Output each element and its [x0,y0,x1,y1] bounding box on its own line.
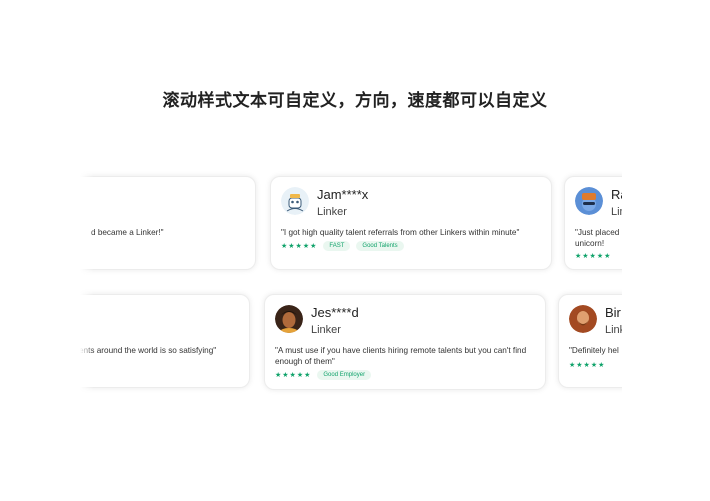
star-rating: ★★★★★ [275,372,312,379]
reviewer-name: Bir [605,305,621,320]
testimonial-row-1: d became a Linker!" Jam****x Linker "I g… [80,170,622,280]
testimonial-card: Jam****x Linker "I got high quality tale… [270,176,552,270]
woman-avatar [275,305,303,333]
rating-row: ★★★★★ [569,361,605,369]
fade-edge [80,170,94,280]
reviewer-role: Linker [311,324,341,336]
bearded-avatar [569,305,597,333]
star-rating: ★★★★★ [281,243,318,250]
testimonial-card: Jes****d Linker "A must use if you have … [264,294,546,390]
reviewer-role: Link [605,324,622,336]
reviewer-name: Jes****d [311,305,359,320]
star-rating: ★★★★★ [575,253,612,260]
hat-avatar [575,187,603,215]
testimonial-quote: "Just placed unicorn! [575,227,619,249]
testimonial-card: Bir Link "Definitely hel ★★★★★ [558,294,622,388]
quote-line: unicorn! [575,239,605,248]
rating-row: ★★★★★ FAST Good Talents [281,241,404,251]
reviewer-name: Jam****x [317,187,369,202]
testimonial-quote: d became a Linker!" [91,228,164,237]
reviewer-name: Ra [611,187,622,202]
fade-edge [80,288,94,400]
tag-badge: Good Employer [317,370,372,380]
rating-row: ★★★★★ [575,252,611,260]
testimonial-card: Ra Lin "Just placed unicorn! ★★★★★ [564,176,622,270]
testimonial-quote: "I got high quality talent referrals fro… [281,228,520,237]
reviewer-role: Lin [611,206,622,218]
star-rating: ★★★★★ [569,362,606,369]
tag-badge: FAST [323,241,351,251]
robot-avatar [281,187,309,215]
tag-badge: Good Talents [356,241,404,251]
testimonial-quote: ents around the world is so satisfying" [80,346,217,355]
testimonial-quote: "Definitely hel [569,346,619,355]
testimonial-card: ents around the world is so satisfying" [80,294,250,388]
testimonial-quote: "A must use if you have clients hiring r… [275,346,527,366]
page-title: 滚动样式文本可自定义，方向，速度都可以自定义 [162,91,548,111]
testimonial-card: d became a Linker!" [80,176,256,270]
testimonial-row-2: ents around the world is so satisfying" … [80,288,622,400]
rating-row: ★★★★★ Good Employer [275,370,372,380]
reviewer-role: Linker [317,206,347,218]
quote-line: "Just placed [575,228,620,237]
